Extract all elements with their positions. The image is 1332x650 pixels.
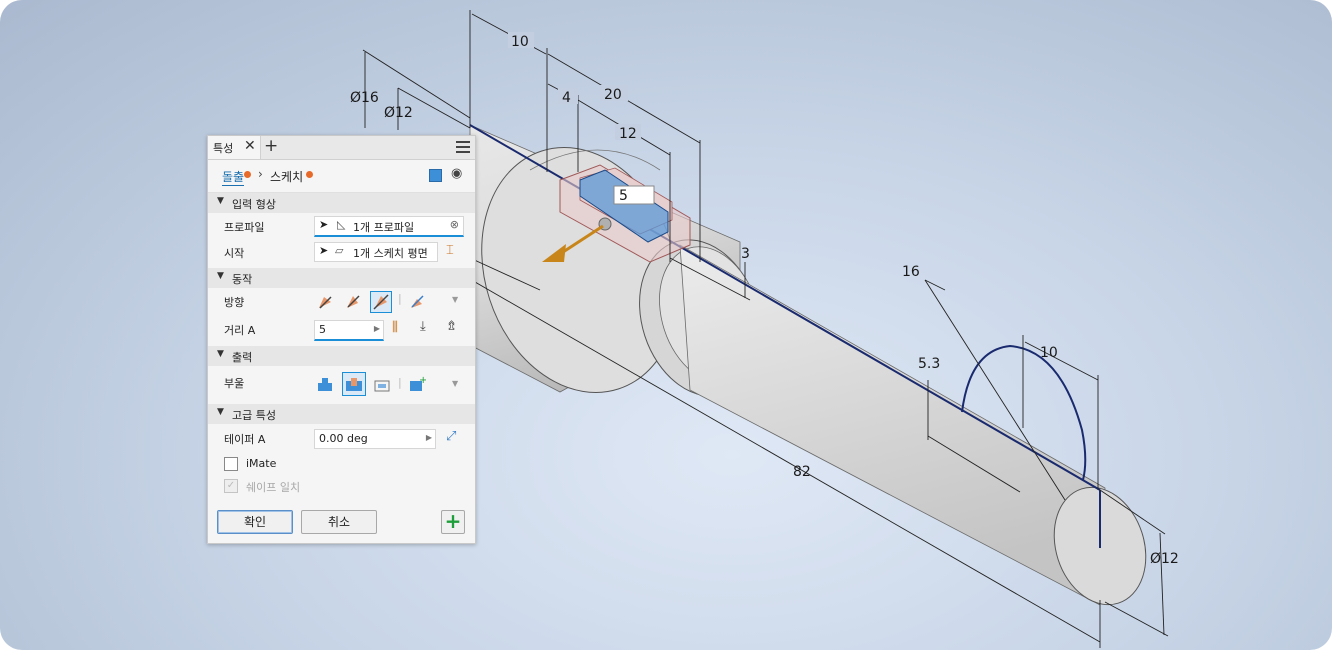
distance-input-value: 5 — [619, 188, 628, 204]
direction-flipped-icon[interactable] — [344, 293, 362, 311]
cut-icon[interactable] — [342, 372, 366, 396]
tab-properties[interactable]: 특성 ✕ — [208, 136, 261, 159]
flip-taper-icon[interactable]: ⤢ — [446, 429, 456, 444]
dim-82: 82 — [793, 464, 811, 480]
dim-12: 12 — [619, 126, 637, 142]
section-title: 고급 특성 — [232, 409, 276, 422]
start-row: 시작 ➤ ▱ 1개 스케치 평면 ⌶ — [208, 239, 475, 265]
breadcrumb-sketch[interactable]: 스케치 — [270, 168, 303, 185]
collapse-icon[interactable]: ▼ — [217, 349, 224, 359]
start-value: 1개 스케치 평면 — [353, 247, 428, 260]
properties-panel: 특성 ✕ + 돌출 › 스케치 ◉ ▼ 입력 형상 프로파일 ➤ ◺ 1개 프로… — [207, 135, 476, 544]
dim-diameter-12-top: Ø12 — [384, 105, 413, 121]
dim-10-top: 10 — [511, 34, 529, 50]
profile-row: 프로파일 ➤ ◺ 1개 프로파일 ⊗ — [208, 213, 475, 239]
dropdown-arrow-icon[interactable]: ▼ — [452, 379, 458, 388]
distance-input[interactable]: 5 ▶ — [314, 320, 384, 341]
imate-row: iMate — [208, 452, 475, 474]
cursor-arrow-icon: ➤ — [319, 218, 329, 231]
tab-properties-label: 특성 — [213, 142, 234, 155]
to-next-icon[interactable]: ⤓ — [420, 319, 426, 334]
direction-default-icon[interactable] — [316, 293, 334, 311]
close-icon[interactable]: ✕ — [244, 138, 256, 154]
add-tab-icon[interactable]: + — [264, 136, 278, 156]
collapse-icon[interactable]: ▼ — [217, 271, 224, 281]
to-face-icon[interactable]: ⇯ — [446, 319, 457, 334]
divider: | — [398, 292, 402, 305]
dim-3: 3 — [741, 246, 750, 262]
start-label: 시작 — [224, 247, 245, 260]
section-title: 출력 — [232, 351, 253, 364]
section-title: 입력 형상 — [232, 198, 276, 211]
cube-icon[interactable] — [429, 169, 442, 182]
svg-text:+: + — [419, 375, 426, 386]
dim-5-3: 5.3 — [918, 356, 940, 372]
section-title: 동작 — [232, 273, 253, 286]
taper-input[interactable]: 0.00 deg ▶ — [314, 429, 436, 449]
profile-shape-icon: ◺ — [337, 218, 346, 231]
dim-diameter-12-end: Ø12 — [1150, 551, 1179, 567]
profile-selector[interactable]: ➤ ◺ 1개 프로파일 ⊗ — [314, 216, 464, 237]
profile-value: 1개 프로파일 — [353, 221, 415, 234]
distance-row: 거리 A 5 ▶ ⫼ ⤓ ⇯ — [208, 316, 475, 344]
profile-label: 프로파일 — [224, 221, 265, 234]
dim-4: 4 — [562, 90, 571, 106]
clear-icon[interactable]: ⊗ — [450, 218, 459, 231]
warning-dot-icon — [306, 171, 313, 178]
warning-dot-icon — [244, 171, 251, 178]
section-input-geometry[interactable]: ▼ 입력 형상 — [208, 193, 475, 213]
distance-value: 5 — [319, 323, 326, 336]
join-icon[interactable] — [316, 375, 334, 393]
offset-icon[interactable]: ⌶ — [446, 243, 454, 258]
boolean-label: 부울 — [224, 377, 245, 390]
section-behavior[interactable]: ▼ 동작 — [208, 268, 475, 288]
dim-20: 20 — [604, 87, 622, 103]
panel-tab-bar: 특성 ✕ + — [208, 136, 475, 160]
breadcrumb-feature[interactable]: 돌출 — [222, 168, 245, 186]
dropdown-arrow-icon[interactable]: ▼ — [452, 295, 458, 304]
boolean-row: 부울 | + ▼ — [208, 366, 475, 402]
taper-value: 0.00 deg — [319, 432, 368, 445]
cancel-button[interactable]: 취소 — [301, 510, 377, 534]
intersect-icon[interactable] — [373, 375, 391, 393]
section-output[interactable]: ▼ 출력 — [208, 346, 475, 366]
dim-diameter-16: Ø16 — [350, 90, 379, 106]
small-shaft-body — [679, 244, 1106, 606]
imate-checkbox[interactable] — [224, 457, 238, 471]
menu-icon[interactable] — [456, 141, 470, 156]
taper-row: 테이퍼 A 0.00 deg ▶ ⤢ — [208, 424, 475, 452]
cursor-arrow-icon: ➤ — [319, 244, 329, 257]
breadcrumb: 돌출 › 스케치 ◉ — [208, 160, 475, 193]
new-solid-icon[interactable]: + — [408, 375, 427, 393]
collapse-icon[interactable]: ▼ — [217, 407, 224, 417]
start-selector[interactable]: ➤ ▱ 1개 스케치 평면 — [314, 242, 438, 262]
shape-match-label: 쉐이프 일치 — [246, 481, 301, 494]
section-advanced[interactable]: ▼ 고급 특성 — [208, 404, 475, 424]
model-scene[interactable]: 5 10 4 20 12 Ø16 Ø12 3 16 5.3 10 82 Ø12 — [0, 0, 1332, 650]
breadcrumb-separator: › — [258, 167, 263, 181]
direction-asymmetric-icon[interactable] — [408, 293, 426, 311]
distance-mode-icon[interactable]: ⫼ — [392, 320, 398, 335]
cad-viewport[interactable]: 5 10 4 20 12 Ø16 Ø12 3 16 5.3 10 82 Ø12 … — [0, 0, 1332, 650]
expand-arrow-icon[interactable]: ▶ — [426, 433, 432, 442]
distance-label: 거리 A — [224, 324, 256, 337]
apply-plus-button[interactable]: + — [441, 510, 465, 534]
ok-button[interactable]: 확인 — [217, 510, 293, 534]
shape-match-checkbox[interactable]: ✓ — [224, 479, 238, 493]
plane-icon: ▱ — [335, 244, 344, 257]
shape-match-row: ✓ 쉐이프 일치 — [208, 474, 475, 496]
dim-16: 16 — [902, 264, 920, 280]
expand-arrow-icon[interactable]: ▶ — [374, 324, 380, 333]
imate-label: iMate — [246, 457, 277, 470]
direction-symmetric-icon[interactable] — [370, 291, 392, 313]
eye-icon[interactable]: ◉ — [451, 166, 462, 181]
taper-label: 테이퍼 A — [224, 433, 266, 446]
divider: | — [398, 376, 402, 389]
collapse-icon[interactable]: ▼ — [217, 196, 224, 206]
dim-10-end: 10 — [1040, 345, 1058, 361]
direction-label: 방향 — [224, 296, 245, 309]
direction-row: 방향 | ▼ — [208, 288, 475, 316]
